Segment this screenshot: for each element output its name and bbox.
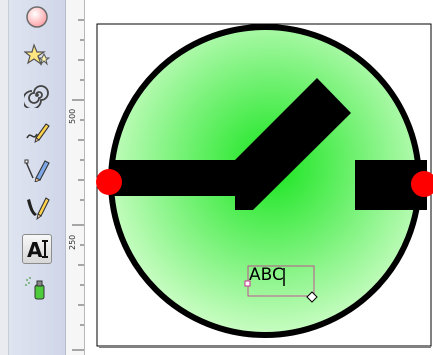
text-tool-button[interactable]: A <box>22 234 52 264</box>
ruler-label-500: 500 <box>68 108 77 124</box>
star-tool-button[interactable] <box>22 40 52 70</box>
spiral-icon <box>24 85 49 108</box>
pen-icon <box>24 159 50 182</box>
canvas-drawing <box>96 23 433 348</box>
calligraphy-tool-button[interactable] <box>22 192 52 222</box>
text-tool-icon: A <box>27 238 48 262</box>
pen-tool-button[interactable] <box>22 154 52 184</box>
left-terminal[interactable] <box>96 169 122 195</box>
pencil-tool-button[interactable] <box>22 116 52 146</box>
left-lead[interactable] <box>111 160 237 196</box>
vertical-ruler[interactable]: 500 250 <box>66 0 85 355</box>
left-panel-edge <box>0 0 9 355</box>
spray-icon <box>25 277 45 300</box>
ruler-ticks <box>72 19 84 351</box>
spray-tool-button[interactable] <box>22 274 52 304</box>
spiral-tool-button[interactable] <box>22 80 52 110</box>
svg-text:A: A <box>27 238 43 262</box>
text-object[interactable]: ABC <box>249 265 284 285</box>
toolbox: A <box>9 0 66 355</box>
ruler-label-250: 250 <box>68 234 77 250</box>
inkscape-window: A 500 250 ABC <box>0 0 433 355</box>
drawing-canvas[interactable]: ABC <box>85 0 433 355</box>
star-icon <box>24 43 50 66</box>
pencil-icon <box>26 123 50 143</box>
ellipse-icon <box>26 6 48 28</box>
calligraphy-icon <box>27 197 50 220</box>
ellipse-tool-button[interactable] <box>22 2 52 32</box>
